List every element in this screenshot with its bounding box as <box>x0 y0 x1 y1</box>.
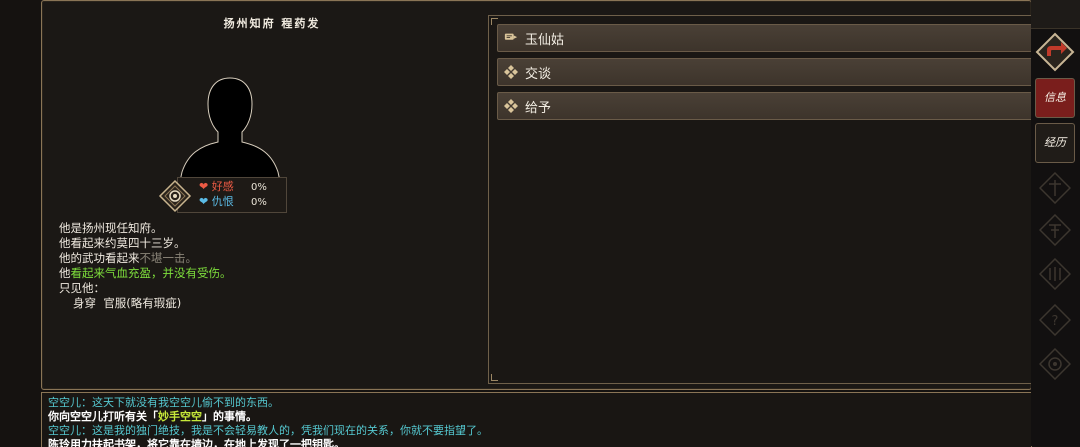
corner-ornament <box>491 374 498 381</box>
log-line-3: 空空儿：这是我的独门绝技，我是不会轻易教人的，凭我们现在的关系，你就不要指望了。 <box>48 424 488 437</box>
log-line-1: 空空儿：这天下就没有我空空儿偷不到的东西。 <box>48 396 279 409</box>
health-status: 看起来气血充盈，并没有受伤。 <box>70 266 232 280</box>
diamond-cluster-icon <box>504 99 518 113</box>
martial-rating: 不堪一击。 <box>139 251 198 265</box>
chat-bubble-icon <box>504 31 518 45</box>
right-sidebar: 信息 经历 ? <box>1031 0 1080 446</box>
action-label: 玉仙姑 <box>525 32 565 48</box>
log-line-2: 你向空空儿打听有关「妙手空空」的事情。 <box>48 410 257 423</box>
wear-label: 身穿 <box>73 296 96 310</box>
relation-medallion-icon[interactable] <box>158 179 192 213</box>
desc-line-3: 他的武功看起来不堪一击。 <box>59 251 198 265</box>
study-icon[interactable] <box>1039 214 1071 246</box>
hatred-value: 0% <box>251 197 267 208</box>
diamond-cluster-icon <box>504 65 518 79</box>
desc-line-1: 他是扬州现任知府。 <box>59 221 163 235</box>
skill-name: 妙手空空 <box>158 410 202 423</box>
svg-text:?: ? <box>1052 314 1059 329</box>
desc-line-6: 身穿 官服(略有瑕疵) <box>73 296 181 311</box>
action-button-give[interactable]: 给予 <box>497 92 1055 120</box>
desc-line-2: 他看起来约莫四十三岁。 <box>59 236 186 250</box>
npc-title: 扬州知府 程药发 <box>223 17 321 30</box>
settings-gear-icon[interactable] <box>1039 348 1071 380</box>
heart-icon: ❤ <box>199 195 209 208</box>
action-button-talk[interactable]: 交谈 <box>497 58 1055 86</box>
action-button-yuxiangu[interactable]: 玉仙姑 <box>497 24 1055 52</box>
desc-line-4: 他看起来气血充盈，并没有受伤。 <box>59 266 232 280</box>
sect-icon[interactable] <box>1039 258 1071 290</box>
favor-value: 0% <box>251 182 267 193</box>
favor-label: ❤ 好感 <box>199 180 234 193</box>
desc-line-5: 只见他： <box>59 281 105 295</box>
back-arrow-icon[interactable] <box>1035 32 1075 72</box>
action-label: 给予 <box>525 100 552 116</box>
worn-item: 官服(略有瑕疵) <box>103 296 182 310</box>
relation-box: ❤ 好感 0% ❤ 仇恨 0% <box>177 177 287 213</box>
tab-info[interactable]: 信息 <box>1035 78 1075 118</box>
message-log[interactable]: 空空儿：这天下就没有我空空儿偷不到的东西。 你向空空儿打听有关「妙手空空」的事情… <box>41 392 1032 447</box>
hatred-label: ❤ 仇恨 <box>199 195 234 208</box>
sidebar-top-bar <box>1031 0 1080 29</box>
help-icon[interactable]: ? <box>1039 304 1071 336</box>
action-panel: 玉仙姑 交谈 给予 <box>488 15 1064 384</box>
heart-icon: ❤ <box>199 180 209 193</box>
npc-info-panel: 扬州知府 程药发 ❤ 好感 0% ❤ 仇恨 0% 他是扬州现任知府。 他看起来约莫四… <box>41 0 1064 390</box>
action-label: 交谈 <box>525 66 552 82</box>
favor-row: ❤ 好感 0% <box>199 180 267 195</box>
hatred-row: ❤ 仇恨 0% <box>199 195 267 210</box>
work-icon[interactable] <box>1039 172 1071 204</box>
tab-history[interactable]: 经历 <box>1035 123 1075 163</box>
